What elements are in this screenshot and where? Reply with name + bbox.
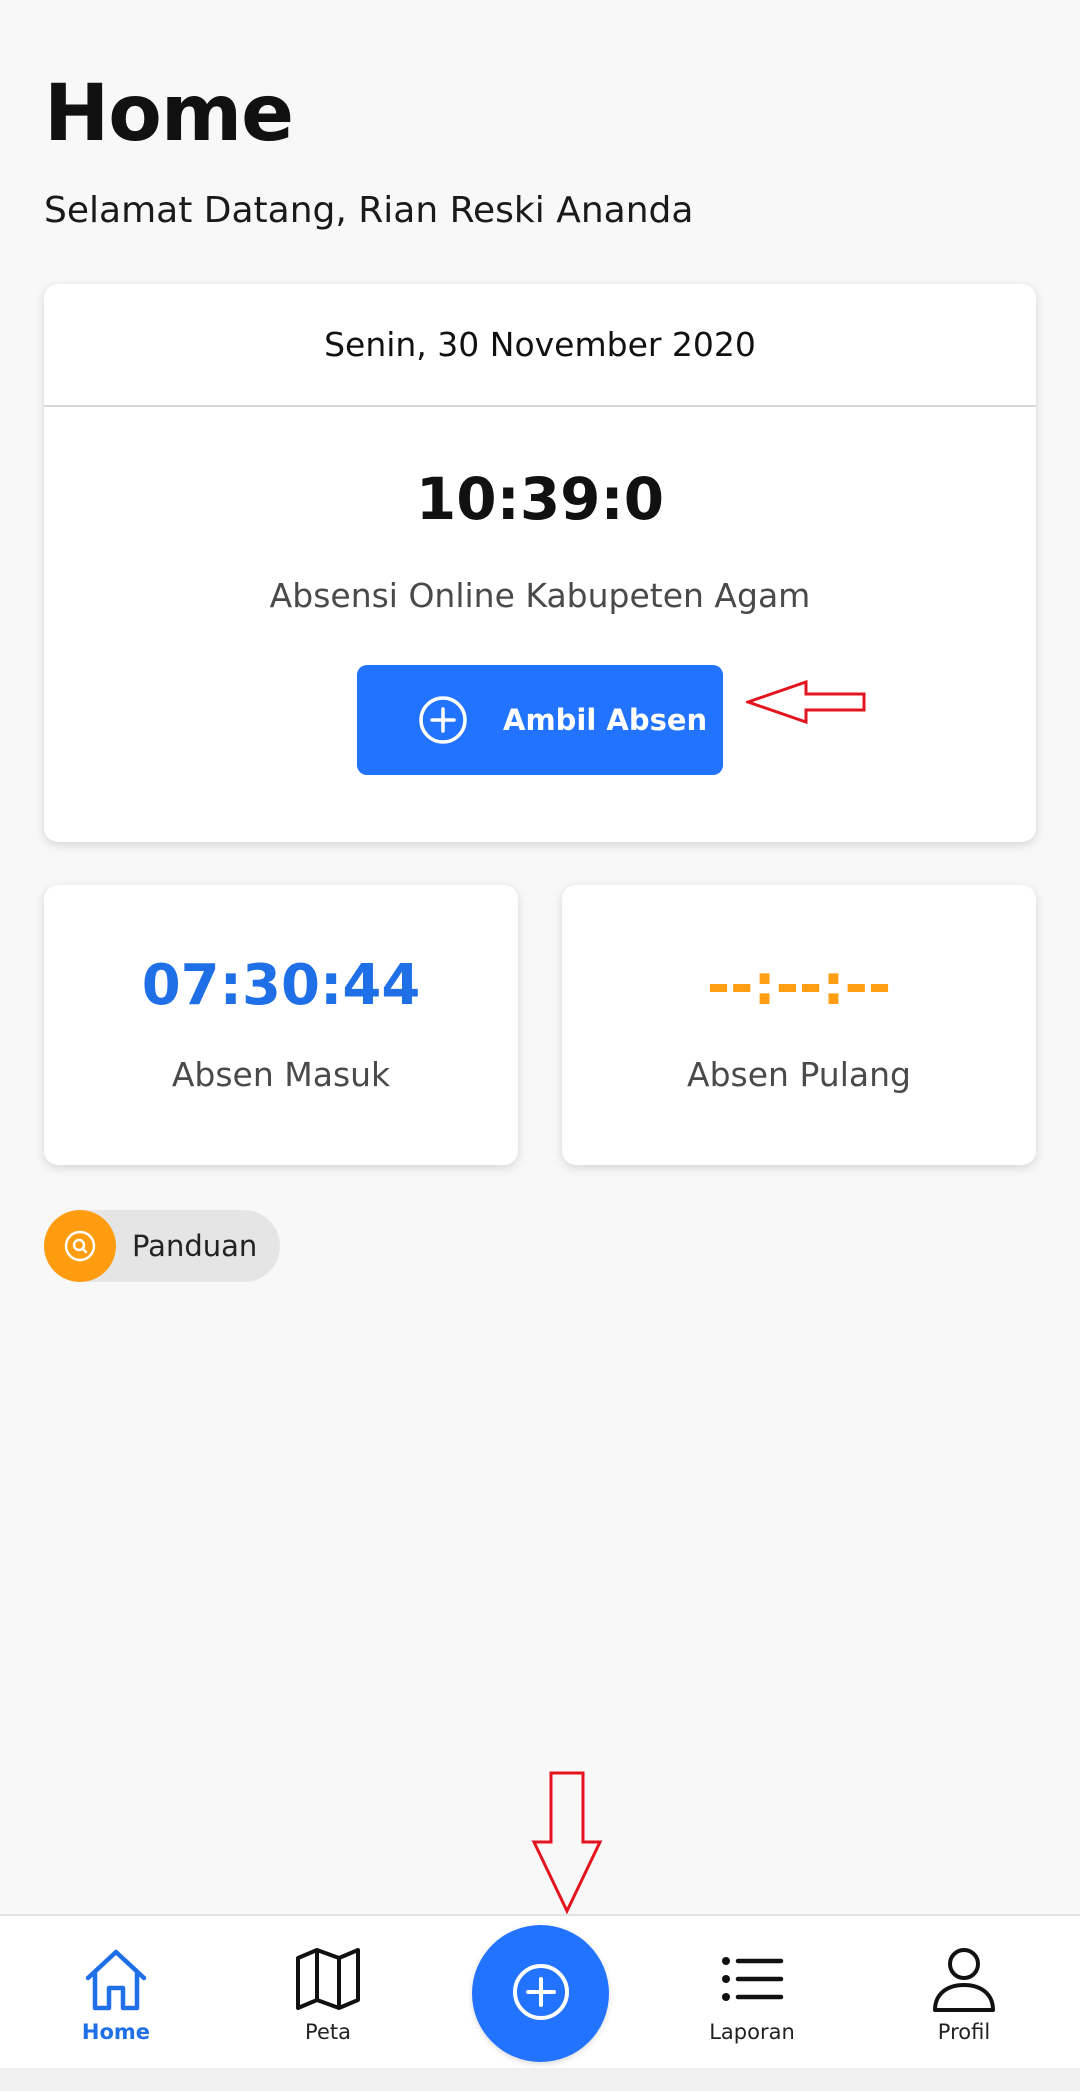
fab-add-button[interactable] [472, 1925, 609, 2062]
nav-home-label: Home [81, 2020, 151, 2044]
app-subtitle: Absensi Online Kabupeten Agam [269, 576, 811, 615]
plus-circle-icon [417, 694, 469, 746]
ambil-absen-label: Ambil Absen [503, 703, 708, 737]
map-icon [293, 1944, 363, 2014]
annotation-arrow-down [531, 1771, 603, 1915]
nav-home[interactable]: Home [46, 1944, 186, 2056]
welcome-text: Selamat Datang, Rian Reski Ananda [44, 190, 694, 231]
nav-laporan-label: Laporan [709, 2020, 795, 2044]
search-circle-icon [44, 1210, 116, 1282]
system-bar [0, 2068, 1080, 2091]
absen-pulang-card: --:--:-- Absen Pulang [562, 885, 1036, 1165]
home-icon [81, 1944, 151, 2014]
current-date: Senin, 30 November 2020 [44, 284, 1036, 407]
annotation-arrow-left [746, 680, 866, 724]
absen-masuk-label: Absen Masuk [171, 1055, 391, 1094]
user-icon [929, 1944, 999, 2014]
absen-pulang-time: --:--:-- [706, 953, 892, 1018]
current-time: 10:39:0 [415, 465, 665, 533]
absen-pulang-label: Absen Pulang [687, 1055, 911, 1094]
panduan-label: Panduan [132, 1229, 258, 1263]
page-title: Home [44, 69, 294, 159]
absen-masuk-card: 07:30:44 Absen Masuk [44, 885, 518, 1165]
absen-masuk-time: 07:30:44 [141, 953, 421, 1018]
nav-profil-label: Profil [937, 2020, 991, 2044]
nav-profil[interactable]: Profil [894, 1944, 1034, 2056]
nav-peta-label: Peta [305, 2020, 351, 2044]
panduan-button[interactable]: Panduan [44, 1210, 280, 1282]
list-icon [717, 1944, 787, 2014]
nav-peta[interactable]: Peta [258, 1944, 398, 2056]
nav-laporan[interactable]: Laporan [682, 1944, 822, 2056]
plus-circle-icon [510, 1961, 572, 2027]
attendance-card: Senin, 30 November 2020 10:39:0 Absensi … [44, 284, 1036, 842]
ambil-absen-button[interactable]: Ambil Absen [357, 665, 723, 775]
